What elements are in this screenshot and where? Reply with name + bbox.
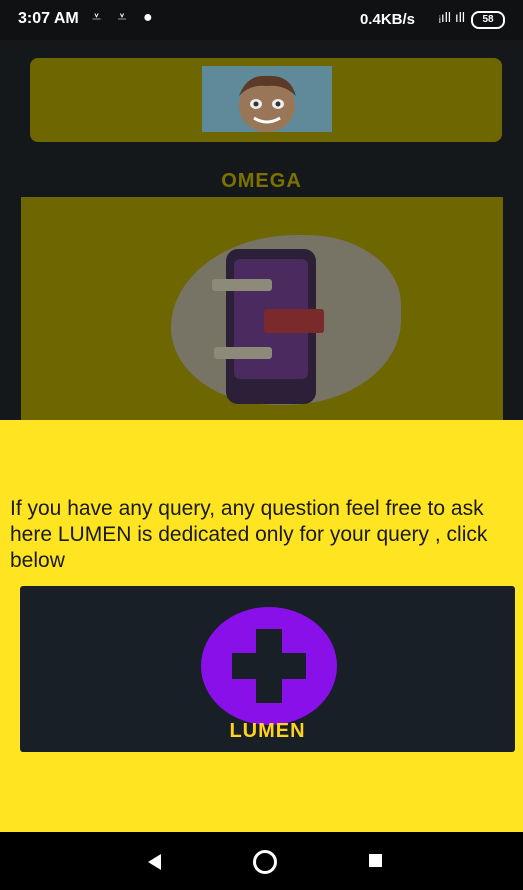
status-bar: 3:07 AM ⩡ ⩡ ● 0.4KB/s ᵢıll ıll 58	[0, 0, 523, 40]
screen: 3:07 AM ⩡ ⩡ ● 0.4KB/s ᵢıll ıll 58 OMEGA	[0, 0, 523, 890]
dialog-message: If you have any query, any question feel…	[10, 497, 488, 572]
signal-icon: ᵢıll ıll	[438, 9, 465, 25]
status-time: 3:07 AM	[18, 10, 79, 27]
lumen-button[interactable]: LUMEN	[20, 586, 515, 752]
avatar-face-icon	[239, 75, 296, 132]
battery-icon: 58	[471, 11, 505, 29]
app-title: OMEGA	[221, 170, 302, 192]
home-icon[interactable]	[253, 850, 277, 874]
phone-illustration-icon	[212, 249, 324, 404]
plus-circle-icon	[201, 607, 337, 725]
background-app: OMEGA	[0, 40, 523, 420]
query-dialog: If you have any query, any question feel…	[0, 420, 523, 832]
back-icon[interactable]	[148, 854, 161, 870]
avatar-card	[30, 58, 502, 142]
lumen-label: LUMEN	[229, 720, 306, 742]
illustration-card	[21, 197, 503, 420]
recents-icon[interactable]	[369, 854, 382, 867]
navigation-bar	[0, 832, 523, 890]
notification-icons: ⩡ ⩡ ●	[92, 9, 159, 26]
avatar	[202, 66, 332, 132]
network-speed: 0.4KB/s	[359, 11, 415, 28]
